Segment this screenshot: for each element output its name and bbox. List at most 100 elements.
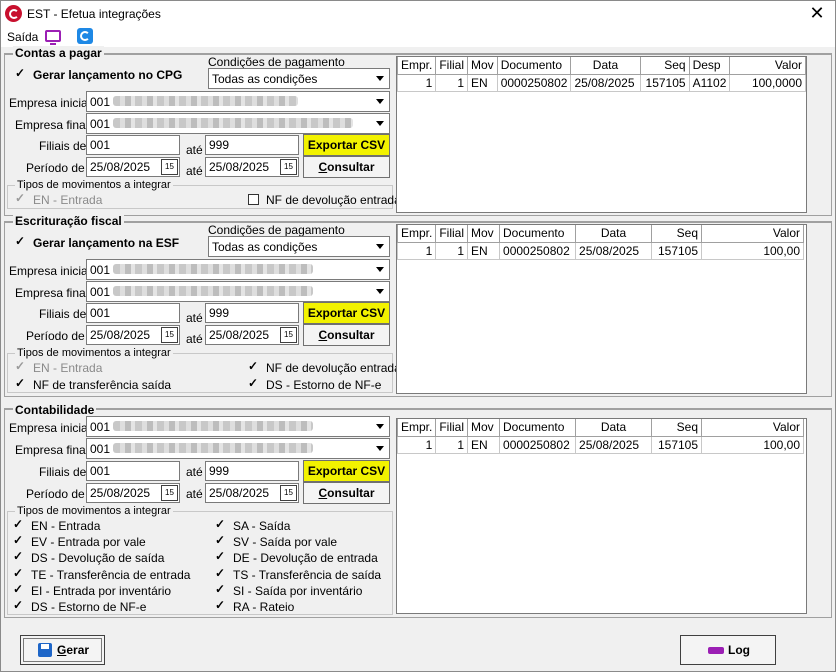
checkbox-box (15, 234, 26, 248)
tipo-label: SA - Saída (233, 519, 291, 533)
col-valor[interactable]: Valor (701, 419, 805, 437)
col-empr[interactable]: Empr. (396, 57, 437, 75)
chevron-down-icon[interactable] (372, 439, 389, 458)
calendar-icon[interactable]: 15 (280, 327, 297, 343)
cond-pagamento-select[interactable]: Todas as condições (208, 236, 390, 257)
chevron-down-icon[interactable] (372, 237, 389, 256)
menu-saida[interactable]: Saída (7, 30, 38, 44)
table-row[interactable]: 1 1 EN 0000250802 25/08/2025 157105 100,… (396, 241, 805, 260)
cell: 1 (396, 241, 437, 260)
monitor-icon[interactable] (45, 30, 61, 45)
periodo-ate-input[interactable]: 25/08/2025 15 (205, 325, 299, 345)
col-mov[interactable]: Mov (467, 225, 501, 243)
calendar-icon[interactable]: 15 (161, 485, 178, 501)
ctb-table: Empr. Filial Mov Documento Data Seq Valo… (396, 419, 805, 454)
ctb-results-grid[interactable]: Empr. Filial Mov Documento Data Seq Valo… (396, 418, 807, 614)
log-button[interactable]: Log (680, 635, 776, 665)
filial-de-input[interactable]: 001 (86, 303, 180, 323)
gerar-button[interactable]: Gerar (20, 635, 105, 665)
esf-results-grid[interactable]: Empr. Filial Mov Documento Data Seq Valo… (396, 224, 807, 394)
chevron-down-icon[interactable] (372, 282, 389, 301)
consultar-button[interactable]: Consultar (303, 156, 390, 178)
periodo-de-input[interactable]: 25/08/2025 15 (86, 157, 180, 177)
periodo-ate-input[interactable]: 25/08/2025 15 (205, 157, 299, 177)
redacted-text (113, 96, 298, 106)
chevron-down-icon[interactable] (372, 260, 389, 279)
calendar-icon[interactable]: 15 (161, 159, 178, 175)
empresa-inicial-select[interactable]: 001 (86, 416, 390, 437)
col-empr[interactable]: Empr. (396, 225, 437, 243)
empresa-inicial-select[interactable]: 001 (86, 91, 390, 112)
col-documento[interactable]: Documento (499, 419, 577, 437)
close-button[interactable]: ✕ (807, 3, 827, 23)
col-filial[interactable]: Filial (435, 57, 469, 75)
col-seq[interactable]: Seq (651, 225, 703, 243)
tipo-label: SV - Saída por vale (233, 535, 338, 549)
chevron-down-icon[interactable] (372, 69, 389, 88)
periodo-de-input[interactable]: 25/08/2025 15 (86, 483, 180, 503)
col-mov[interactable]: Mov (467, 419, 501, 437)
cell: 25/08/2025 (575, 435, 653, 454)
checkbox-box (13, 517, 24, 531)
col-filial[interactable]: Filial (435, 225, 469, 243)
col-seq[interactable]: Seq (639, 57, 690, 75)
exportar-csv-button[interactable]: Exportar CSV (303, 302, 390, 324)
exportar-csv-button[interactable]: Exportar CSV (303, 460, 390, 482)
filial-de-input[interactable]: 001 (86, 461, 180, 481)
col-desp[interactable]: Desp (688, 57, 731, 75)
brand-g-icon[interactable] (77, 28, 93, 44)
filial-ate-input[interactable]: 999 (205, 461, 299, 481)
empresa-final-label: Empresa final (15, 118, 89, 132)
col-documento[interactable]: Documento (499, 225, 577, 243)
checkbox-box (248, 376, 259, 390)
col-valor[interactable]: Valor (701, 225, 805, 243)
redacted-text (113, 421, 313, 431)
exportar-csv-button[interactable]: Exportar CSV (303, 134, 390, 156)
periodo-ate-input[interactable]: 25/08/2025 15 (205, 483, 299, 503)
empresa-inicial-select[interactable]: 001 (86, 259, 390, 280)
cpg-results-grid[interactable]: Empr. Filial Mov Documento Data Seq Desp… (396, 56, 807, 213)
cell: EN (467, 73, 498, 92)
cell: EN (467, 435, 501, 454)
tipo-en-label: EN - Entrada (33, 361, 103, 375)
filial-de-input[interactable]: 001 (86, 135, 180, 155)
col-seq[interactable]: Seq (651, 419, 703, 437)
col-mov[interactable]: Mov (467, 57, 498, 75)
gerar-esf-label: Gerar lançamento na ESF (33, 236, 180, 250)
col-data[interactable]: Data (575, 419, 653, 437)
chevron-down-icon[interactable] (372, 92, 389, 111)
col-data[interactable]: Data (575, 225, 653, 243)
chevron-down-icon[interactable] (372, 114, 389, 133)
nf-devolucao-label: NF de devolução entrada (266, 361, 401, 375)
consultar-button[interactable]: Consultar (303, 324, 390, 346)
periodo-de-input[interactable]: 25/08/2025 15 (86, 325, 180, 345)
filial-ate-input[interactable]: 999 (205, 303, 299, 323)
tipo-label: EV - Entrada por vale (31, 535, 146, 549)
cond-pagamento-select[interactable]: Todas as condições (208, 68, 390, 89)
chevron-down-icon[interactable] (372, 417, 389, 436)
col-empr[interactable]: Empr. (396, 419, 437, 437)
filial-ate-input[interactable]: 999 (205, 135, 299, 155)
cpg-table: Empr. Filial Mov Documento Data Seq Desp… (396, 57, 806, 92)
checkbox-box (13, 533, 24, 547)
tipo-label: DS - Devolução de saída (31, 551, 165, 565)
col-data[interactable]: Data (570, 57, 641, 75)
table-row[interactable]: 1 1 EN 0000250802 25/08/2025 157105 A110… (396, 73, 806, 92)
table-row[interactable]: 1 1 EN 0000250802 25/08/2025 157105 100,… (396, 435, 805, 454)
cond-pagamento-label: Condições de pagamento (208, 223, 345, 237)
col-filial[interactable]: Filial (435, 419, 469, 437)
save-icon (38, 643, 52, 657)
empresa-final-select[interactable]: 001 (86, 113, 390, 134)
consultar-button[interactable]: Consultar (303, 482, 390, 504)
gerar-cpg-label: Gerar lançamento no CPG (33, 68, 183, 82)
tipos-title: Tipos de movimentos a integrar (15, 179, 173, 191)
filiais-label: Filiais de (39, 139, 87, 153)
calendar-icon[interactable]: 15 (280, 485, 297, 501)
checkbox-box (15, 359, 26, 373)
empresa-final-select[interactable]: 001 (86, 438, 390, 459)
calendar-icon[interactable]: 15 (280, 159, 297, 175)
col-documento[interactable]: Documento (496, 57, 572, 75)
col-valor[interactable]: Valor (729, 57, 806, 75)
calendar-icon[interactable]: 15 (161, 327, 178, 343)
empresa-final-select[interactable]: 001 (86, 281, 390, 302)
